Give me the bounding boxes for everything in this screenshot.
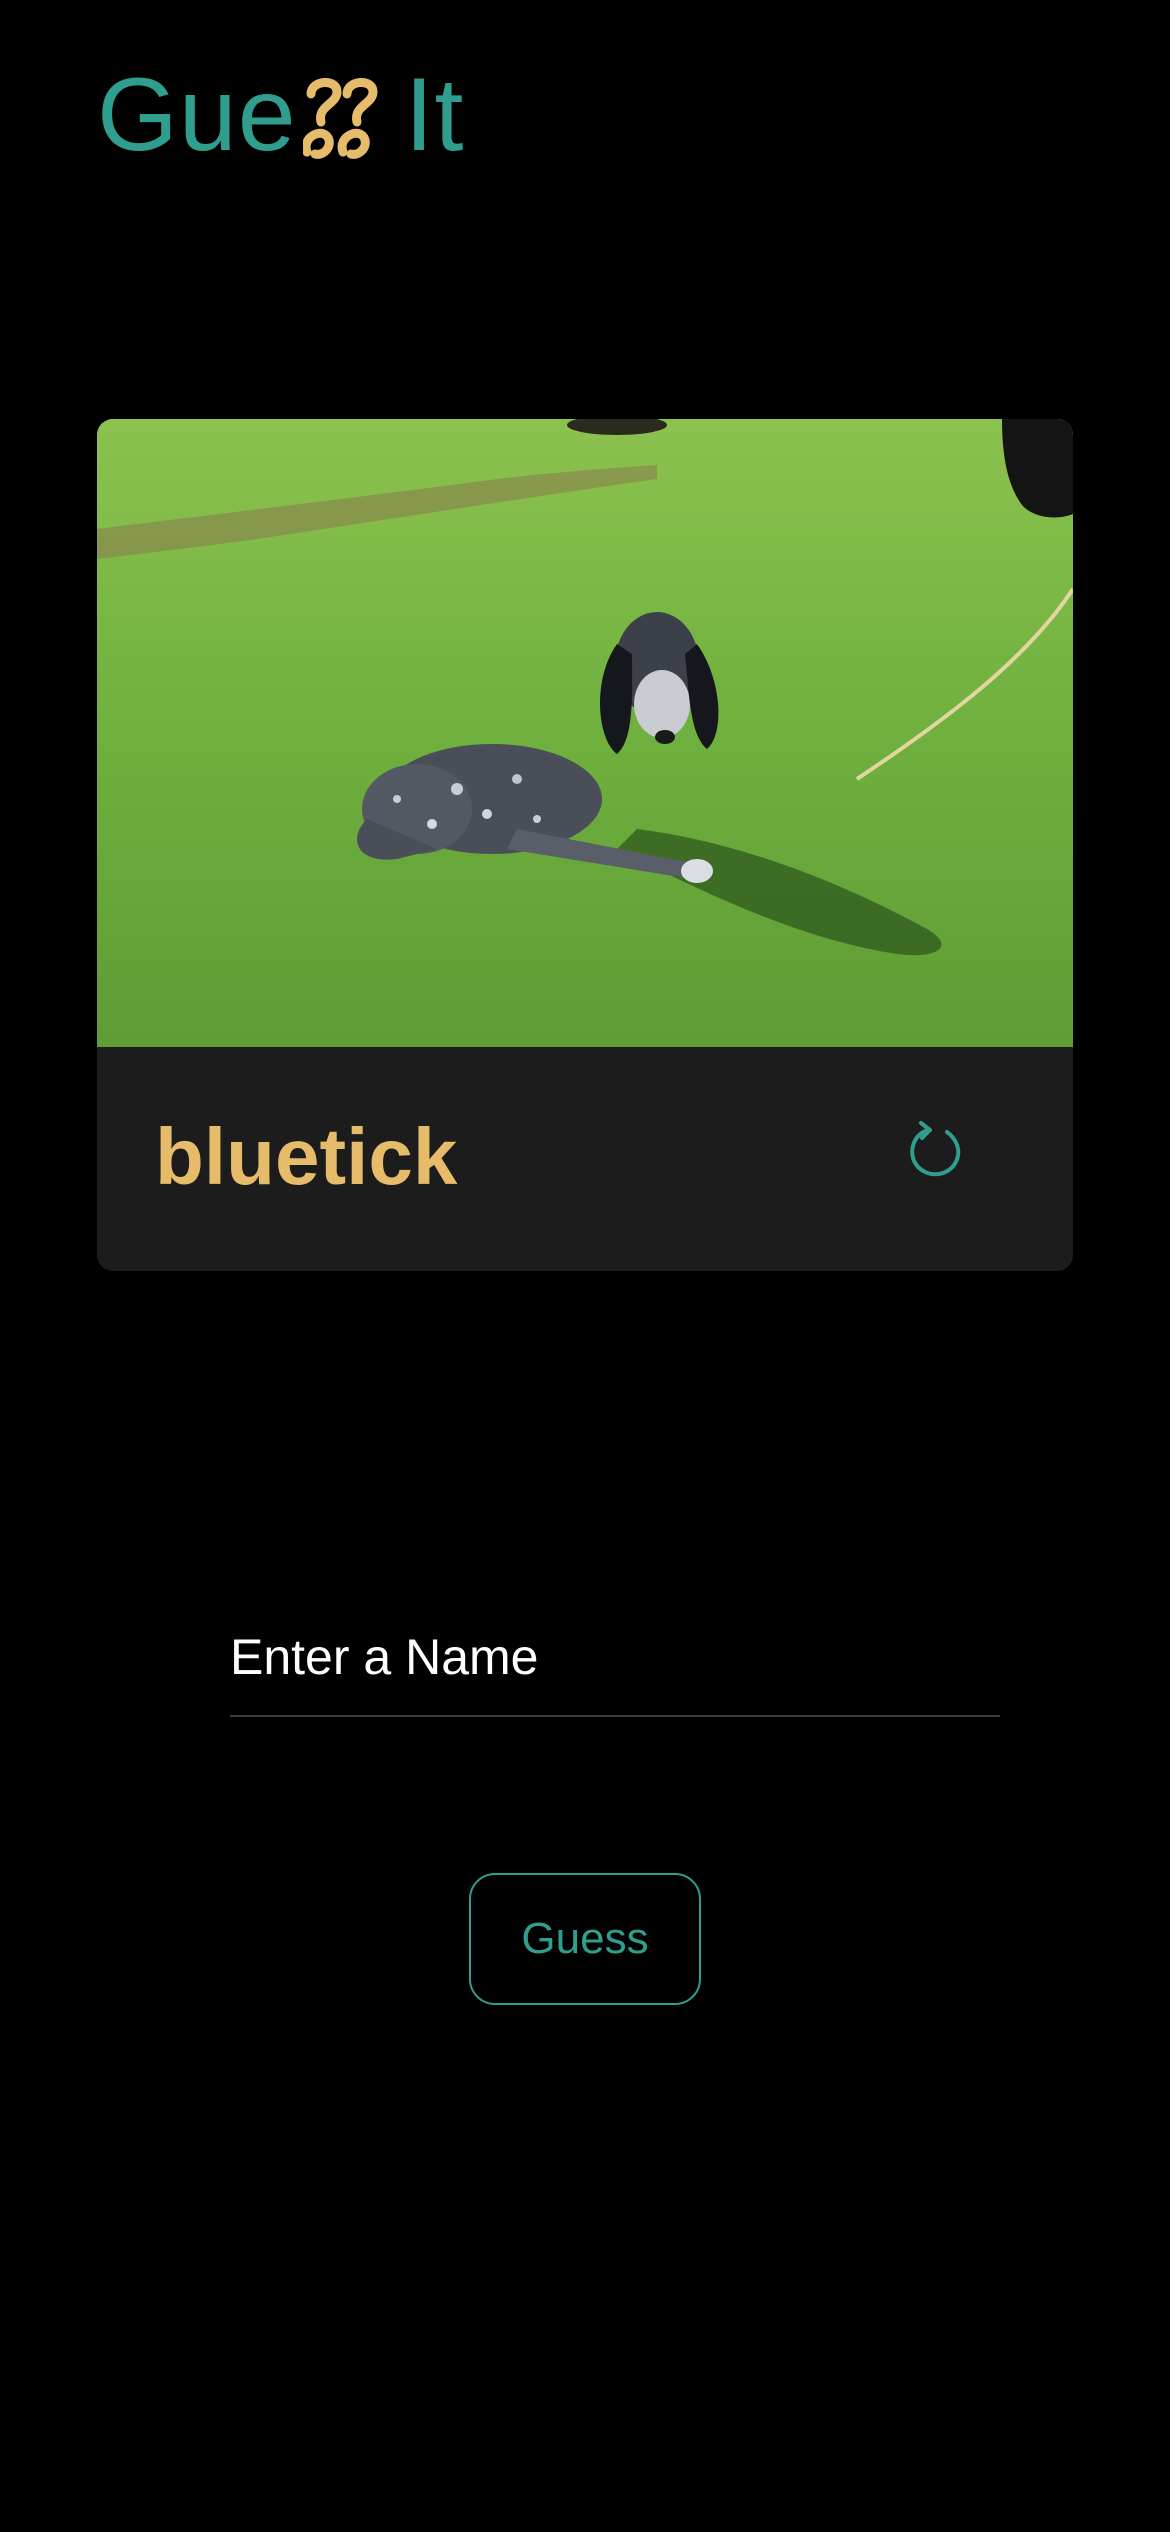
breed-name: bluetick [155,1112,458,1201]
app-title-suffix: It [404,57,465,173]
double-question-mark-logo-icon [301,74,385,164]
dog-photo [97,419,1073,1047]
name-field [230,1610,1000,1717]
app-title: Gue It [97,55,464,175]
refresh-icon [910,1121,961,1177]
refresh-button[interactable] [900,1115,970,1185]
app-title-prefix: Gue [97,57,297,173]
dog-card: bluetick [97,419,1073,1271]
guess-button[interactable]: Guess [469,1873,701,2005]
card-caption: bluetick [97,1047,1073,1271]
name-input[interactable] [230,1622,1000,1692]
